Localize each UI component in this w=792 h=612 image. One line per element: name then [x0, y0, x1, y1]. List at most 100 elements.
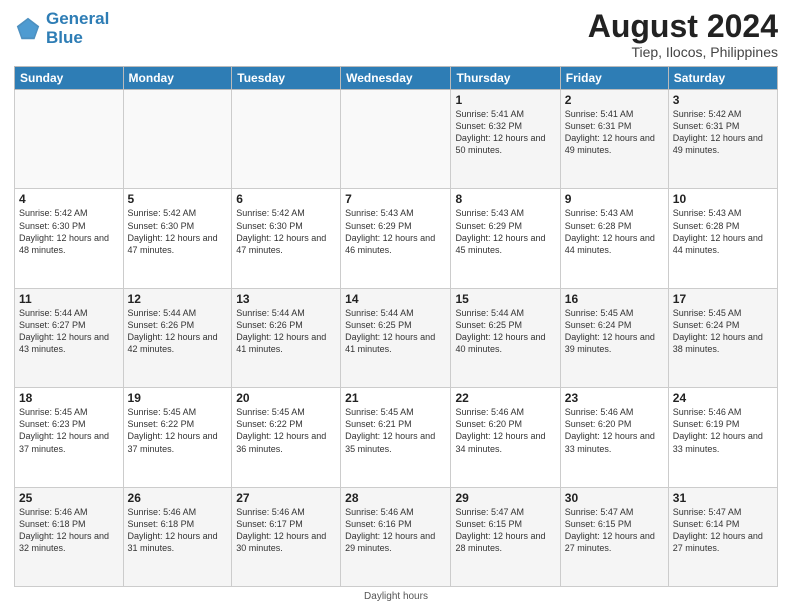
day-info: Sunrise: 5:45 AMSunset: 6:22 PMDaylight:…	[236, 407, 326, 453]
calendar-week-row: 11 Sunrise: 5:44 AMSunset: 6:27 PMDayligh…	[15, 288, 778, 387]
day-number: 29	[455, 491, 555, 505]
table-row: 15 Sunrise: 5:44 AMSunset: 6:25 PMDayligh…	[451, 288, 560, 387]
day-info: Sunrise: 5:47 AMSunset: 6:15 PMDaylight:…	[565, 507, 655, 553]
day-number: 27	[236, 491, 336, 505]
day-number: 11	[19, 292, 119, 306]
day-info: Sunrise: 5:46 AMSunset: 6:17 PMDaylight:…	[236, 507, 326, 553]
table-row: 16 Sunrise: 5:45 AMSunset: 6:24 PMDayligh…	[560, 288, 668, 387]
logo-general: General	[46, 9, 109, 28]
day-info: Sunrise: 5:44 AMSunset: 6:26 PMDaylight:…	[236, 308, 326, 354]
day-info: Sunrise: 5:43 AMSunset: 6:28 PMDaylight:…	[673, 208, 763, 254]
table-row: 20 Sunrise: 5:45 AMSunset: 6:22 PMDayligh…	[232, 388, 341, 487]
day-number: 24	[673, 391, 773, 405]
calendar-week-row: 4 Sunrise: 5:42 AMSunset: 6:30 PMDaylight…	[15, 189, 778, 288]
day-info: Sunrise: 5:44 AMSunset: 6:27 PMDaylight:…	[19, 308, 109, 354]
day-info: Sunrise: 5:43 AMSunset: 6:28 PMDaylight:…	[565, 208, 655, 254]
day-info: Sunrise: 5:43 AMSunset: 6:29 PMDaylight:…	[455, 208, 545, 254]
col-friday: Friday	[560, 67, 668, 90]
day-info: Sunrise: 5:42 AMSunset: 6:30 PMDaylight:…	[128, 208, 218, 254]
day-number: 21	[345, 391, 446, 405]
day-info: Sunrise: 5:47 AMSunset: 6:14 PMDaylight:…	[673, 507, 763, 553]
day-info: Sunrise: 5:42 AMSunset: 6:30 PMDaylight:…	[236, 208, 326, 254]
day-info: Sunrise: 5:45 AMSunset: 6:24 PMDaylight:…	[565, 308, 655, 354]
col-saturday: Saturday	[668, 67, 777, 90]
table-row	[232, 90, 341, 189]
table-row: 21 Sunrise: 5:45 AMSunset: 6:21 PMDayligh…	[341, 388, 451, 487]
day-info: Sunrise: 5:44 AMSunset: 6:25 PMDaylight:…	[345, 308, 435, 354]
col-thursday: Thursday	[451, 67, 560, 90]
table-row: 13 Sunrise: 5:44 AMSunset: 6:26 PMDayligh…	[232, 288, 341, 387]
table-row: 1Sunrise: 5:41 AMSunset: 6:32 PMDaylight…	[451, 90, 560, 189]
day-info: Sunrise: 5:46 AMSunset: 6:16 PMDaylight:…	[345, 507, 435, 553]
day-info: Sunrise: 5:45 AMSunset: 6:24 PMDaylight:…	[673, 308, 763, 354]
day-info: Sunrise: 5:47 AMSunset: 6:15 PMDaylight:…	[455, 507, 545, 553]
day-number: 8	[455, 192, 555, 206]
logo: General Blue	[14, 10, 109, 47]
day-info: Sunrise: 5:41 AMSunset: 6:31 PMDaylight:…	[565, 109, 655, 155]
calendar-week-row: 1Sunrise: 5:41 AMSunset: 6:32 PMDaylight…	[15, 90, 778, 189]
day-info: Sunrise: 5:44 AMSunset: 6:26 PMDaylight:…	[128, 308, 218, 354]
table-row: 4 Sunrise: 5:42 AMSunset: 6:30 PMDaylight…	[15, 189, 124, 288]
col-tuesday: Tuesday	[232, 67, 341, 90]
table-row: 31 Sunrise: 5:47 AMSunset: 6:14 PMDayligh…	[668, 487, 777, 586]
day-number: 28	[345, 491, 446, 505]
day-number: 6	[236, 192, 336, 206]
day-number: 23	[565, 391, 664, 405]
header: General Blue August 2024 Tiep, Ilocos, P…	[14, 10, 778, 60]
table-row: 9 Sunrise: 5:43 AMSunset: 6:28 PMDaylight…	[560, 189, 668, 288]
table-row: 17 Sunrise: 5:45 AMSunset: 6:24 PMDayligh…	[668, 288, 777, 387]
table-row: 8 Sunrise: 5:43 AMSunset: 6:29 PMDaylight…	[451, 189, 560, 288]
day-number: 15	[455, 292, 555, 306]
day-number: 17	[673, 292, 773, 306]
day-number: 16	[565, 292, 664, 306]
day-info: Sunrise: 5:46 AMSunset: 6:20 PMDaylight:…	[565, 407, 655, 453]
day-number: 5	[128, 192, 228, 206]
day-number: 20	[236, 391, 336, 405]
page-subtitle: Tiep, Ilocos, Philippines	[588, 44, 778, 60]
day-number: 2	[565, 93, 664, 107]
table-row: 10 Sunrise: 5:43 AMSunset: 6:28 PMDayligh…	[668, 189, 777, 288]
day-info: Sunrise: 5:45 AMSunset: 6:22 PMDaylight:…	[128, 407, 218, 453]
table-row: 19Sunrise: 5:45 AMSunset: 6:22 PMDayligh…	[123, 388, 232, 487]
day-info: Sunrise: 5:43 AMSunset: 6:29 PMDaylight:…	[345, 208, 435, 254]
logo-blue: Blue	[46, 28, 83, 47]
calendar-table: Sunday Monday Tuesday Wednesday Thursday…	[14, 66, 778, 587]
day-info: Sunrise: 5:44 AMSunset: 6:25 PMDaylight:…	[455, 308, 545, 354]
day-number: 7	[345, 192, 446, 206]
day-info: Sunrise: 5:42 AMSunset: 6:30 PMDaylight:…	[19, 208, 109, 254]
calendar-header-row: Sunday Monday Tuesday Wednesday Thursday…	[15, 67, 778, 90]
day-info: Sunrise: 5:46 AMSunset: 6:20 PMDaylight:…	[455, 407, 545, 453]
title-block: August 2024 Tiep, Ilocos, Philippines	[588, 10, 778, 60]
day-number: 3	[673, 93, 773, 107]
table-row: 3 Sunrise: 5:42 AMSunset: 6:31 PMDaylight…	[668, 90, 777, 189]
table-row: 14Sunrise: 5:44 AMSunset: 6:25 PMDayligh…	[341, 288, 451, 387]
table-row: 12 Sunrise: 5:44 AMSunset: 6:26 PMDayligh…	[123, 288, 232, 387]
table-row: 18Sunrise: 5:45 AMSunset: 6:23 PMDayligh…	[15, 388, 124, 487]
table-row: 5 Sunrise: 5:42 AMSunset: 6:30 PMDaylight…	[123, 189, 232, 288]
col-monday: Monday	[123, 67, 232, 90]
table-row: 27 Sunrise: 5:46 AMSunset: 6:17 PMDayligh…	[232, 487, 341, 586]
table-row	[15, 90, 124, 189]
day-number: 4	[19, 192, 119, 206]
table-row: 24Sunrise: 5:46 AMSunset: 6:19 PMDayligh…	[668, 388, 777, 487]
day-info: Sunrise: 5:42 AMSunset: 6:31 PMDaylight:…	[673, 109, 763, 155]
table-row: 11 Sunrise: 5:44 AMSunset: 6:27 PMDayligh…	[15, 288, 124, 387]
day-number: 12	[128, 292, 228, 306]
day-info: Sunrise: 5:46 AMSunset: 6:18 PMDaylight:…	[19, 507, 109, 553]
table-row: 2 Sunrise: 5:41 AMSunset: 6:31 PMDaylight…	[560, 90, 668, 189]
day-number: 13	[236, 292, 336, 306]
table-row	[123, 90, 232, 189]
day-info: Sunrise: 5:41 AMSunset: 6:32 PMDaylight:…	[455, 109, 545, 155]
day-number: 31	[673, 491, 773, 505]
footer-note: Daylight hours	[14, 591, 778, 602]
day-info: Sunrise: 5:45 AMSunset: 6:21 PMDaylight:…	[345, 407, 435, 453]
table-row: 6 Sunrise: 5:42 AMSunset: 6:30 PMDaylight…	[232, 189, 341, 288]
day-number: 25	[19, 491, 119, 505]
day-info: Sunrise: 5:45 AMSunset: 6:23 PMDaylight:…	[19, 407, 109, 453]
day-number: 10	[673, 192, 773, 206]
day-number: 30	[565, 491, 664, 505]
day-number: 26	[128, 491, 228, 505]
page-title: August 2024	[588, 10, 778, 42]
day-number: 9	[565, 192, 664, 206]
col-sunday: Sunday	[15, 67, 124, 90]
